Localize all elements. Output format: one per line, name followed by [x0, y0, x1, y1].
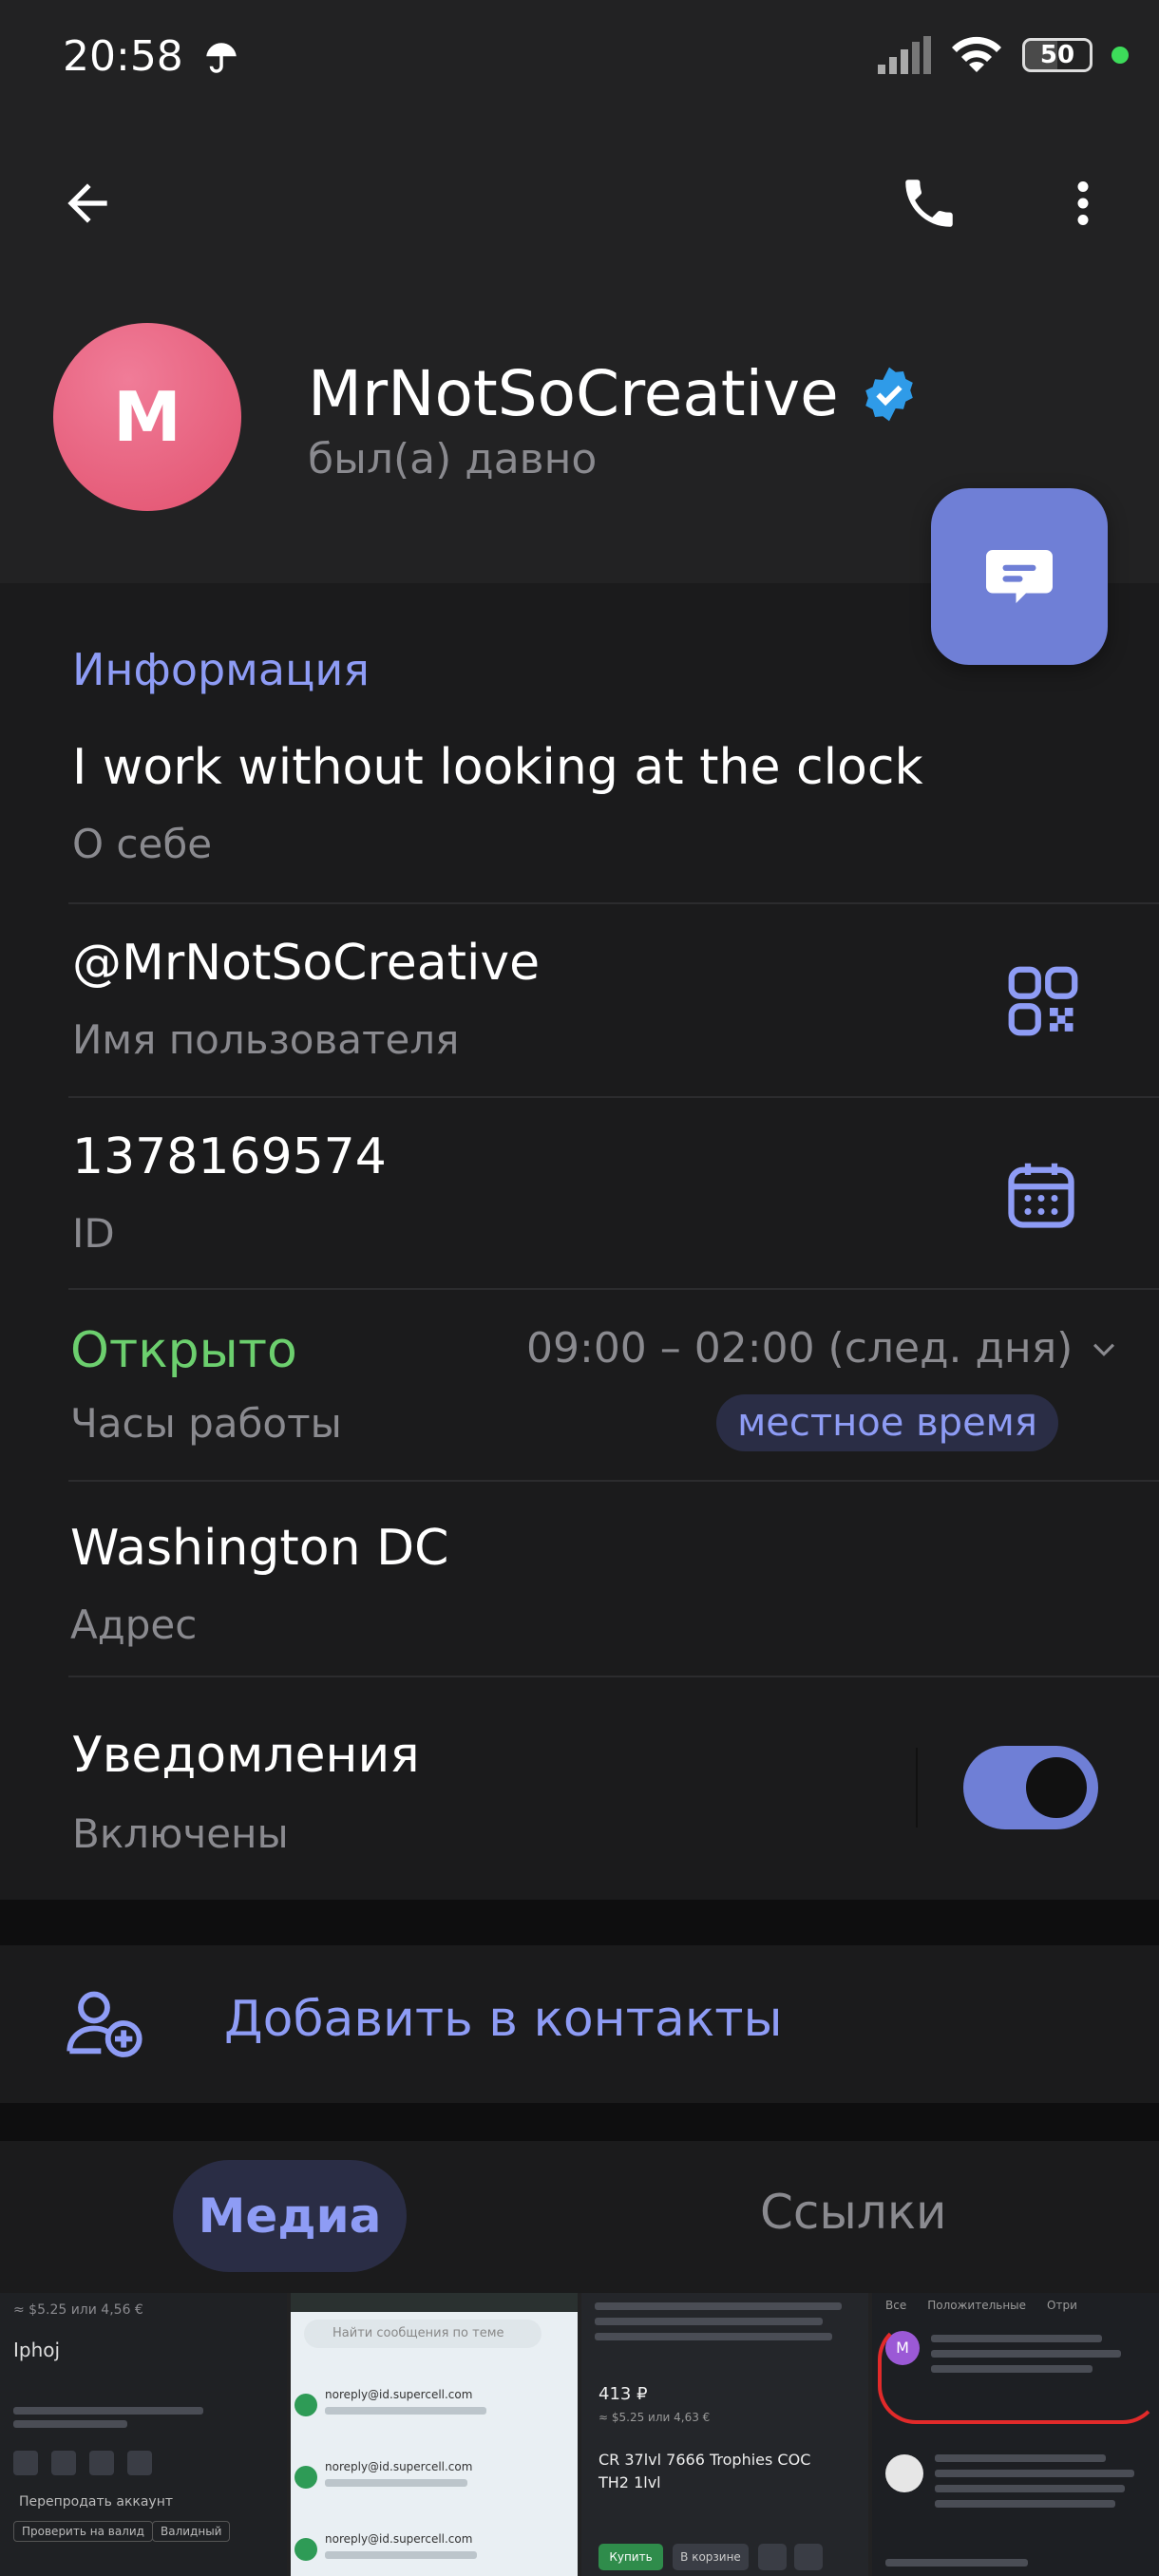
back-button[interactable] [40, 156, 135, 251]
section-gap [0, 1900, 1159, 1945]
umbrella-icon [201, 38, 241, 82]
thumb-text: noreply@id.supercell.com [325, 2460, 473, 2473]
calendar-icon [1008, 1163, 1074, 1228]
thumb-text: ≈ $5.25 или 4,63 € [598, 2411, 711, 2424]
username-label: Имя пользователя [72, 1016, 460, 1063]
divider [68, 902, 1159, 904]
status-icons: 50 [878, 34, 1129, 76]
section-gap [0, 2103, 1159, 2141]
thumb-text: noreply@id.supercell.com [325, 2388, 473, 2401]
user-id-value[interactable]: 1378169574 [72, 1128, 387, 1185]
bio-value[interactable]: I work without looking at the clock [72, 739, 923, 796]
thumb-text: Отри [1047, 2299, 1077, 2312]
battery-level: 50 [1039, 41, 1075, 69]
user-id-label: ID [72, 1210, 115, 1257]
thumb-text: В корзине [673, 2544, 749, 2570]
thumb-text: Iphoj [13, 2339, 61, 2361]
message-icon [986, 550, 1053, 603]
thumb-text: Все [885, 2299, 907, 2312]
thumb-text: ≈ $5.25 или 4,56 € [13, 2302, 143, 2318]
chevron-down-icon [1093, 1343, 1115, 1356]
message-fab[interactable] [931, 488, 1108, 665]
call-button[interactable] [882, 156, 977, 251]
thumb-text: Проверить на валид [13, 2521, 153, 2542]
media-grid: ≈ $5.25 или 4,56 € Iphoj Перепродать акк… [0, 2293, 1159, 2576]
more-vertical-icon [1077, 181, 1089, 225]
avatar[interactable]: M [53, 323, 241, 511]
info-section-title: Информация [72, 644, 370, 695]
divider [68, 1096, 1159, 1098]
thumb-text: Найти сообщения по теме [304, 2320, 542, 2348]
profile-name: MrNotSoCreative [308, 357, 839, 430]
thumb-text: Валидный [152, 2521, 231, 2542]
notifications-toggle[interactable] [963, 1746, 1098, 1829]
qr-code-button[interactable] [1003, 961, 1083, 1045]
calendar-button[interactable] [1001, 1155, 1081, 1239]
wifi-icon [952, 36, 1001, 72]
media-thumbnail[interactable]: ≈ $5.25 или 4,56 € Iphoj Перепродать акк… [0, 2293, 287, 2576]
username-value[interactable]: @MrNotSoCreative [72, 935, 540, 992]
tab-media[interactable]: Медиа [173, 2160, 407, 2272]
battery-icon: 50 [1022, 38, 1092, 72]
notifications-title[interactable]: Уведомления [72, 1727, 420, 1784]
thumb-text: noreply@id.supercell.com [325, 2532, 473, 2546]
profile-last-seen: был(а) давно [308, 435, 598, 483]
media-thumbnail[interactable]: Все Положительные Отри M [872, 2293, 1159, 2576]
active-dot [1112, 47, 1129, 64]
media-thumbnail[interactable]: 413 ₽ ≈ $5.25 или 4,63 € CR 37lvl 7666 T… [581, 2293, 868, 2576]
address-value[interactable]: Washington DC [70, 1520, 448, 1577]
phone-icon [905, 180, 953, 227]
thumb-text: CR 37lvl 7666 Trophies COC TH2 1lvl [598, 2451, 811, 2491]
local-time-badge[interactable]: местное время [716, 1394, 1058, 1451]
verified-badge-icon [864, 367, 913, 421]
more-menu-button[interactable] [1036, 156, 1130, 251]
divider [68, 1480, 1159, 1482]
thumb-text: Купить [598, 2544, 663, 2570]
separator [916, 1748, 918, 1828]
notifications-status: Включены [72, 1810, 289, 1857]
thumb-text: Положительные [927, 2299, 1027, 2312]
hours-label: Часы работы [70, 1400, 342, 1447]
hours-open-status: Открыто [70, 1322, 297, 1379]
status-time: 20:58 [63, 32, 183, 81]
signal-icon [878, 36, 931, 74]
hours-range: 09:00 – 02:00 (след. дня) [526, 1324, 1074, 1373]
hours-range-toggle[interactable]: 09:00 – 02:00 (след. дня) [526, 1324, 1120, 1373]
profile-name-row: MrNotSoCreative [308, 357, 919, 430]
toggle-knob [1026, 1757, 1087, 1818]
qr-code-icon [1008, 966, 1078, 1036]
divider [68, 1676, 1159, 1677]
divider [68, 1288, 1159, 1290]
arrow-left-icon [67, 183, 107, 223]
address-label: Адрес [70, 1601, 198, 1648]
thumb-text: Перепродать аккаунт [19, 2494, 174, 2510]
bio-label: О себе [72, 821, 213, 867]
tab-links[interactable]: Ссылки [760, 2185, 947, 2240]
thumb-text: 413 ₽ [598, 2384, 648, 2404]
add-contact-label[interactable]: Добавить в контакты [224, 1991, 783, 2048]
add-contact-icon [63, 1981, 146, 2069]
media-thumbnail[interactable]: Найти сообщения по теме noreply@id.super… [291, 2293, 578, 2576]
